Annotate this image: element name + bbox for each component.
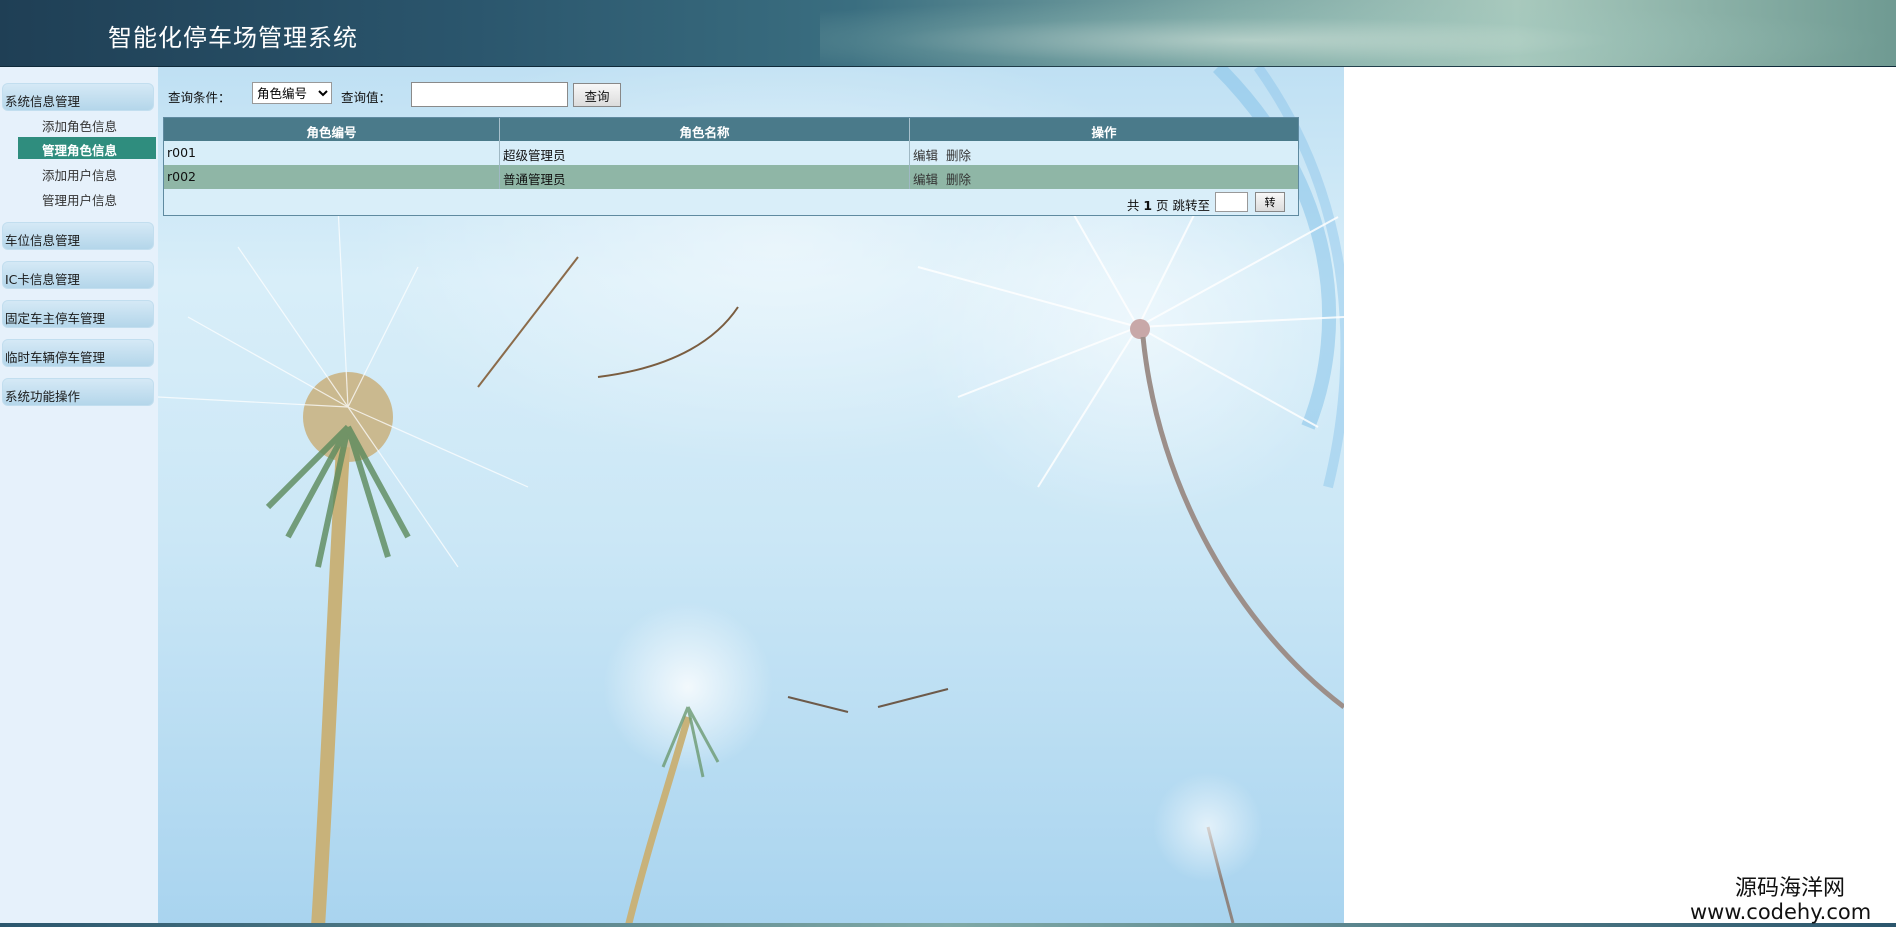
sidebar-item-add-user[interactable]: 添加用户信息	[18, 162, 156, 184]
column-header-role-name: 角色名称	[500, 118, 910, 141]
sidebar: 系统信息管理 添加角色信息 管理角色信息 添加用户信息 管理用户信息 车位信息管…	[0, 67, 158, 923]
cell-actions: 编辑 删除	[910, 165, 1298, 189]
delete-link[interactable]: 删除	[946, 148, 971, 163]
search-button[interactable]: 查询	[573, 83, 621, 107]
table-row: r001 超级管理员 编辑 删除	[164, 141, 1298, 165]
sidebar-item-manage-user[interactable]: 管理用户信息	[18, 187, 156, 209]
column-header-actions: 操作	[1091, 125, 1117, 140]
pagination-total-pages: 1	[1143, 198, 1153, 213]
column-header-role-id: 角色编号	[164, 118, 500, 141]
sidebar-item-add-role[interactable]: 添加角色信息	[18, 113, 156, 135]
footer-bar	[0, 923, 1896, 927]
table-header: 角色编号 角色名称 操作	[164, 118, 1298, 141]
table-row: r002 普通管理员 编辑 删除	[164, 165, 1298, 189]
cell-role-name: 超级管理员	[500, 141, 910, 165]
app-title: 智能化停车场管理系统	[108, 24, 358, 52]
delete-link[interactable]: 删除	[946, 172, 971, 187]
cell-role-name: 普通管理员	[500, 165, 910, 189]
sidebar-group-system-functions[interactable]: 系统功能操作	[2, 378, 154, 406]
query-value-label: 查询值：	[341, 90, 392, 105]
app-header: 智能化停车场管理系统	[0, 0, 1896, 67]
cell-role-id: r002	[164, 165, 500, 189]
watermark-url: www.codehy.com	[1690, 900, 1872, 924]
sidebar-item-manage-role[interactable]: 管理角色信息	[18, 137, 156, 159]
cell-role-id: r001	[164, 141, 500, 165]
edit-link[interactable]: 编辑	[913, 148, 938, 163]
sidebar-group-system-info[interactable]: 系统信息管理	[2, 83, 154, 111]
query-value-input[interactable]	[411, 82, 568, 107]
edit-link[interactable]: 编辑	[913, 172, 938, 187]
pagination-text: 共 1 页 跳转至	[1127, 195, 1210, 214]
watermark: 源码海洋网 www.codehy.com	[1690, 870, 1890, 924]
role-table: 角色编号 角色名称 操作 r001 超级管理员 编辑 删除 r002 普通管理员 …	[163, 117, 1299, 216]
header-decoration	[820, 0, 1896, 67]
watermark-name: 源码海洋网	[1734, 876, 1845, 901]
page-jump-button[interactable]: 转	[1255, 192, 1285, 212]
sidebar-group-ic-card[interactable]: IC卡信息管理	[2, 261, 154, 289]
cell-actions: 编辑 删除	[910, 141, 1298, 165]
sidebar-group-temporary-parking[interactable]: 临时车辆停车管理	[2, 339, 154, 367]
pagination-prefix: 共	[1126, 198, 1140, 213]
pagination-jump-label: 页 跳转至	[1156, 198, 1210, 213]
pagination: 共 1 页 跳转至 转	[164, 189, 1298, 215]
main-content: 查询条件： 角色编号 查询值： 查询 角色编号 角色名称 操作 r001 超级管…	[158, 67, 1344, 923]
sidebar-group-fixed-owner-parking[interactable]: 固定车主停车管理	[2, 300, 154, 328]
sidebar-group-parking-space[interactable]: 车位信息管理	[2, 222, 154, 250]
page-jump-input[interactable]	[1215, 192, 1248, 212]
query-condition-select[interactable]: 角色编号	[252, 82, 332, 104]
query-condition-label: 查询条件：	[168, 90, 231, 105]
